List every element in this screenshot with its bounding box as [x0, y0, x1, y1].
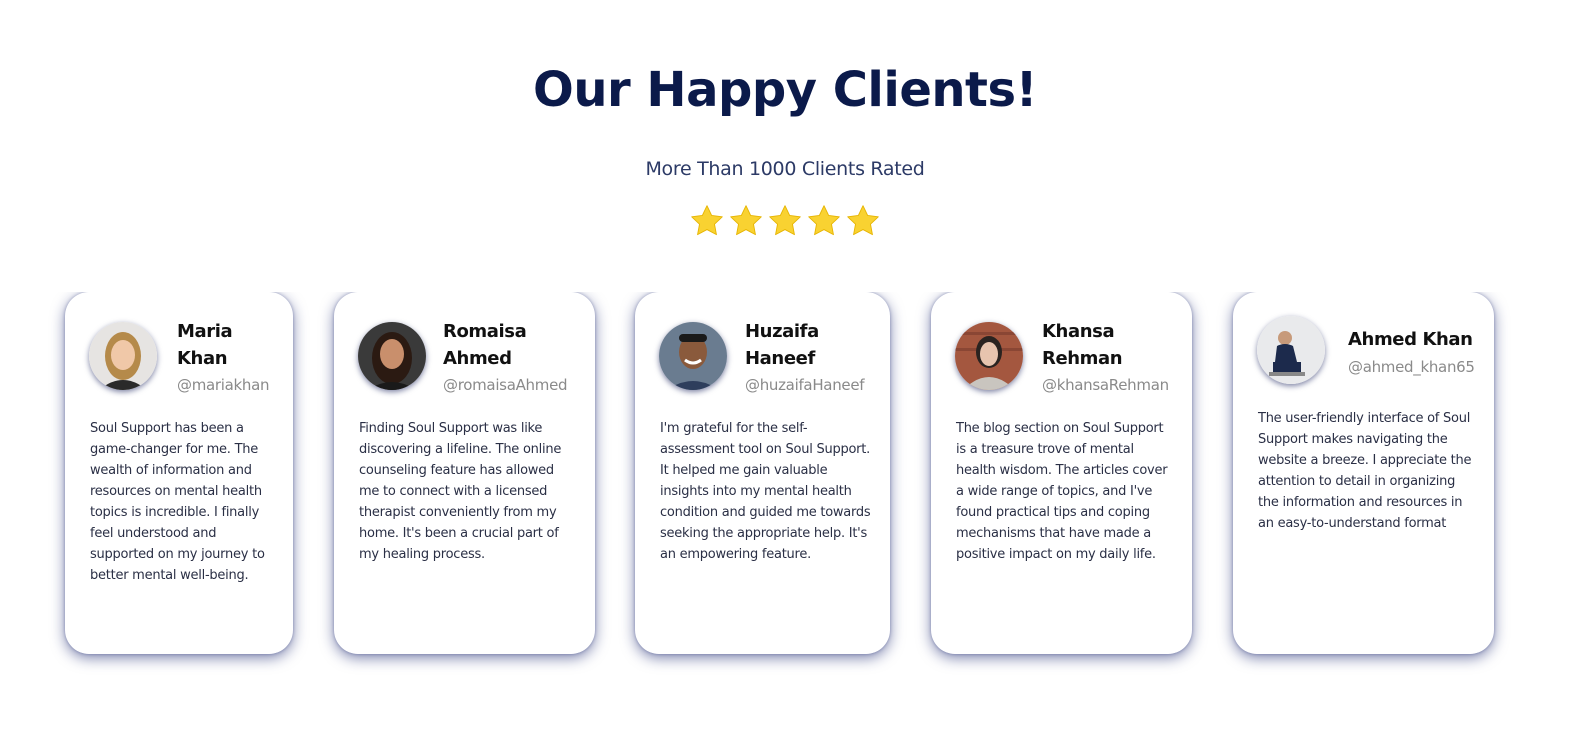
client-name: Maria Khan: [177, 321, 233, 369]
client-name: Romaisa Ahmed: [443, 321, 527, 369]
avatar-photo-icon: [358, 322, 426, 390]
client-handle: @ahmed_khan65: [1348, 358, 1475, 376]
star-icon: [691, 205, 723, 236]
testimonial-carousel[interactable]: Maria Khan @mariakhan Soul Support has b…: [0, 292, 1524, 692]
star-icon: [808, 205, 840, 236]
client-handle: @huzaifaHaneef: [745, 376, 865, 394]
testimonial-text: I'm grateful for the self-assessment too…: [660, 421, 871, 562]
rating-stars: [0, 203, 1570, 239]
testimonial-text: Finding Soul Support was like discoverin…: [359, 421, 562, 562]
avatar-photo-icon: [955, 322, 1023, 390]
client-handle: @mariakhan: [177, 376, 270, 394]
star-icon: [730, 205, 762, 236]
testimonial-text: The blog section on Soul Support is a tr…: [956, 421, 1168, 562]
testimonial-text: Soul Support has been a game-changer for…: [90, 421, 265, 583]
testimonial-card: Khansa Rehman @khansaRehman The blog sec…: [931, 292, 1192, 654]
client-name: Ahmed Khan: [1348, 329, 1473, 350]
client-handle: @khansaRehman: [1042, 376, 1169, 394]
testimonial-card: Romaisa Ahmed @romaisaAhmed Finding Soul…: [334, 292, 595, 654]
client-name: Khansa Rehman: [1042, 321, 1123, 369]
avatar: [89, 322, 157, 390]
avatar: [1257, 316, 1325, 384]
testimonials-section: Our Happy Clients! More Than 1000 Client…: [0, 0, 1570, 753]
avatar-photo-icon: [89, 322, 157, 390]
section-subtitle: More Than 1000 Clients Rated: [645, 158, 925, 180]
avatar-photo-icon: [659, 322, 727, 390]
client-name: Huzaifa Haneef: [745, 321, 819, 369]
testimonial-text: The user-friendly interface of Soul Supp…: [1258, 411, 1472, 531]
star-icon: [769, 205, 801, 236]
avatar-photo-icon: [1257, 316, 1325, 384]
testimonial-card: Huzaifa Haneef @huzaifaHaneef I'm gratef…: [635, 292, 890, 654]
testimonial-card: Maria Khan @mariakhan Soul Support has b…: [65, 292, 293, 654]
avatar: [358, 322, 426, 390]
testimonial-card: Ahmed Khan @ahmed_khan65 The user-friend…: [1233, 292, 1494, 654]
avatar: [955, 322, 1023, 390]
section-title: Our Happy Clients!: [533, 62, 1037, 118]
client-handle: @romaisaAhmed: [443, 376, 568, 394]
star-icon: [847, 205, 879, 236]
avatar: [659, 322, 727, 390]
